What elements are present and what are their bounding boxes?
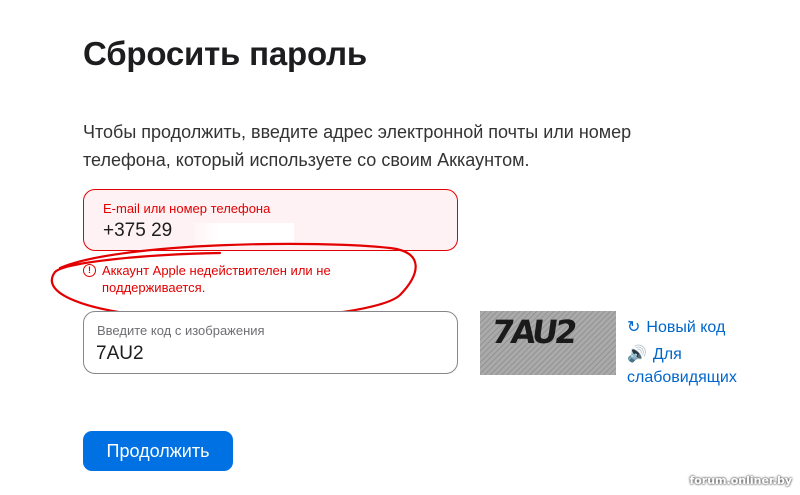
watermark: forum.onliner.by bbox=[689, 474, 792, 487]
continue-button[interactable]: Продолжить bbox=[83, 431, 233, 471]
speaker-icon: 🔊 bbox=[627, 346, 647, 363]
captcha-input[interactable] bbox=[96, 341, 436, 367]
captcha-image: 7AU2 bbox=[480, 311, 616, 375]
captcha-image-text: 7AU2 bbox=[489, 313, 577, 351]
audio-captcha-link[interactable]: 🔊 Для слабовидящих bbox=[627, 343, 757, 389]
captcha-field-label: Введите код с изображения bbox=[97, 323, 265, 338]
new-code-label: Новый код bbox=[646, 319, 726, 336]
new-code-link[interactable]: ↻ Новый код bbox=[627, 316, 725, 339]
captcha-field[interactable]: Введите код с изображения bbox=[83, 311, 458, 374]
refresh-icon: ↻ bbox=[627, 319, 641, 336]
red-annotation-circle bbox=[50, 242, 417, 321]
